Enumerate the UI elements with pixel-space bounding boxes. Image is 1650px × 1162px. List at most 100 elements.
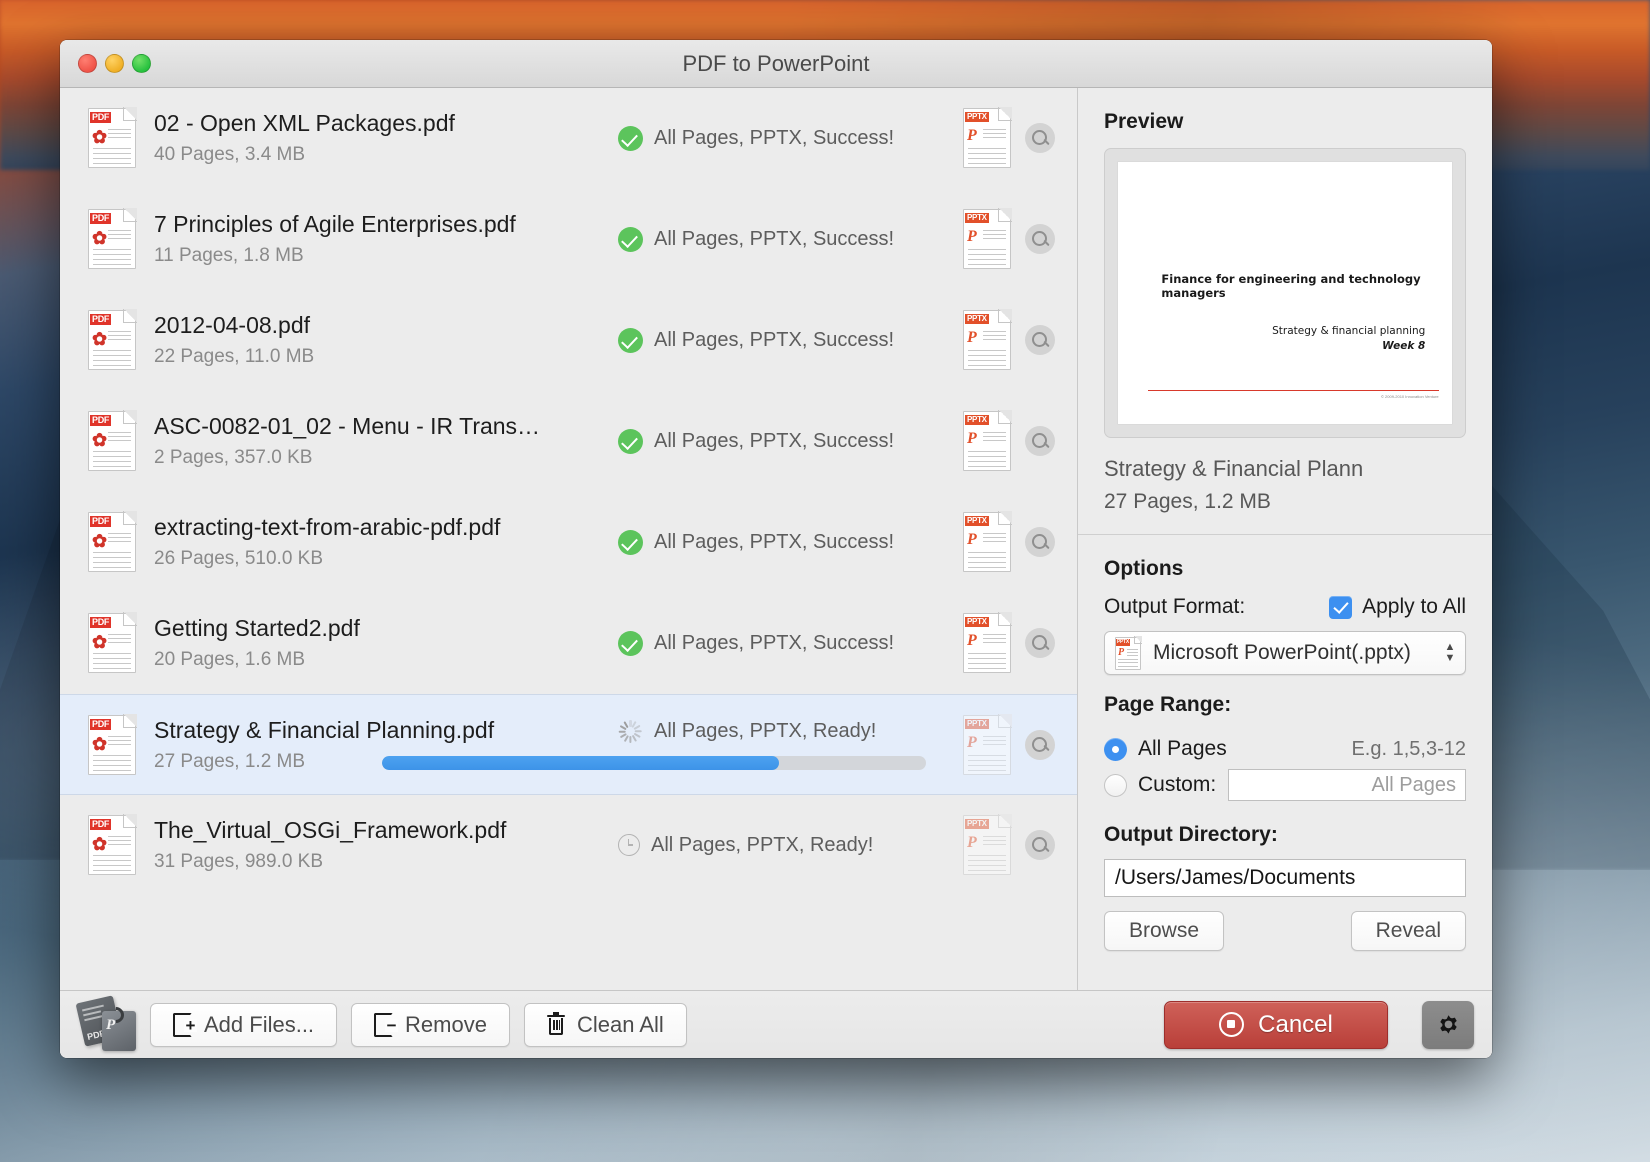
page-range-custom-row[interactable]: Custom: All Pages <box>1104 767 1466 803</box>
file-name: Getting Started2.pdf <box>154 615 360 641</box>
pptx-file-icon[interactable]: PPTX P <box>963 511 1012 572</box>
clean-all-button[interactable]: Clean All <box>523 1002 687 1047</box>
pdf-file-icon: PDF ✿ <box>88 410 137 471</box>
preview-magnifier-icon[interactable] <box>1025 527 1055 557</box>
radio-custom-label: Custom: <box>1138 773 1217 796</box>
status-line: All Pages, PPTX, Success! <box>618 327 948 353</box>
pptx-file-icon[interactable]: PPTX P <box>963 814 1012 875</box>
file-row[interactable]: PDF ✿ 7 Principles of Agile Enterprises.pd… <box>60 189 1077 290</box>
file-info: Getting Started2.pdf 20 Pages, 1.6 MB <box>154 615 616 671</box>
pdf-file-icon: PDF ✿ <box>88 612 137 673</box>
pdf-file-icon: PDF ✿ <box>88 309 137 370</box>
status-column: All Pages, PPTX, Success! <box>618 226 948 252</box>
zoom-button[interactable] <box>132 54 151 73</box>
preview-magnifier-icon[interactable] <box>1025 426 1055 456</box>
add-files-button[interactable]: + Add Files... <box>150 1002 338 1047</box>
apply-to-all-label: Apply to All <box>1362 595 1466 618</box>
pptx-badge-label: PPTX <box>965 516 989 526</box>
pptx-badge-label: PPTX <box>965 314 989 324</box>
pptx-glyph: P <box>967 834 977 851</box>
pptx-glyph: P <box>967 531 977 548</box>
apply-to-all-control[interactable]: Apply to All <box>1329 595 1466 619</box>
output-column: PPTX P <box>963 208 1061 269</box>
directory-buttons: Browse Reveal <box>1104 911 1466 951</box>
preview-magnifier-icon[interactable] <box>1025 830 1055 860</box>
file-info: 2012-04-08.pdf 22 Pages, 11.0 MB <box>154 312 616 368</box>
file-row[interactable]: PDF ✿ 2012-04-08.pdf 22 Pages, 11.0 MB All P… <box>60 290 1077 391</box>
custom-range-input[interactable]: All Pages <box>1228 769 1466 801</box>
page-range-all-row[interactable]: All Pages E.g. 1,5,3-12 <box>1104 731 1466 767</box>
preview-magnifier-icon[interactable] <box>1025 729 1055 760</box>
title-bar[interactable]: PDF to PowerPoint <box>60 40 1492 88</box>
status-line: All Pages, PPTX, Ready! <box>618 834 948 857</box>
pptx-file-icon[interactable]: PPTX P <box>963 612 1012 673</box>
pdf-badge-label: PDF <box>90 213 112 224</box>
preview-magnifier-icon[interactable] <box>1025 628 1055 658</box>
file-row[interactable]: PDF ✿ Strategy & Financial Planning.pdf 27 … <box>60 694 1077 795</box>
remove-button[interactable]: − Remove <box>351 1002 510 1047</box>
pdf-file-icon: PDF ✿ <box>88 713 137 775</box>
reveal-button[interactable]: Reveal <box>1350 911 1466 951</box>
cancel-button[interactable]: Cancel <box>1164 1000 1388 1049</box>
chevron-updown-icon[interactable]: ▲ ▼ <box>1441 638 1459 668</box>
settings-button[interactable] <box>1422 1000 1474 1049</box>
minimize-button[interactable] <box>105 54 124 73</box>
file-row[interactable]: PDF ✿ extracting-text-from-arabic-pdf.pdf 2… <box>60 492 1077 593</box>
output-format-select[interactable]: PPTX P Microsoft PowerPoint(.pptx) ▲ ▼ <box>1104 631 1466 675</box>
file-row[interactable]: PDF ✿ ASC-0082-01_02 - Menu - IR Trans… 2 P… <box>60 391 1077 492</box>
success-check-icon <box>618 529 643 555</box>
pdf-badge-label: PDF <box>90 415 112 426</box>
pdf-glyph: ✿ <box>92 430 108 450</box>
preview-magnifier-icon[interactable] <box>1025 123 1055 153</box>
pptx-glyph: P <box>967 329 977 346</box>
close-button[interactable] <box>78 54 97 73</box>
status-text: All Pages, PPTX, Success! <box>654 631 895 654</box>
pdf-glyph: ✿ <box>92 632 108 652</box>
file-list[interactable]: PDF ✿ 02 - Open XML Packages.pdf 40 Pages, … <box>60 88 1078 990</box>
status-line: All Pages, PPTX, Success! <box>618 529 948 555</box>
cancel-label: Cancel <box>1258 1010 1333 1038</box>
status-line: All Pages, PPTX, Success! <box>618 630 948 656</box>
status-text: All Pages, PPTX, Success! <box>654 126 895 149</box>
pdf-file-icon: PDF ✿ <box>88 814 137 875</box>
status-column: All Pages, PPTX, Ready! <box>618 834 948 857</box>
browse-button[interactable]: Browse <box>1104 911 1225 951</box>
output-column: PPTX P <box>963 309 1061 370</box>
file-meta: 22 Pages, 11.0 MB <box>154 346 315 367</box>
pptx-glyph: P <box>967 430 977 447</box>
slide-rule <box>1148 389 1439 392</box>
status-line: All Pages, PPTX, Success! <box>618 428 948 454</box>
apply-to-all-checkbox[interactable] <box>1329 595 1353 619</box>
radio-all-pages[interactable] <box>1104 737 1127 761</box>
radio-custom[interactable] <box>1104 773 1127 797</box>
file-row[interactable]: PDF ✿ The_Virtual_OSGi_Framework.pdf 31 Pag… <box>60 795 1077 896</box>
pptx-badge-label: PPTX <box>965 819 989 829</box>
file-row[interactable]: PDF ✿ 02 - Open XML Packages.pdf 40 Pages, … <box>60 88 1077 189</box>
progress-fill <box>382 756 780 770</box>
file-meta: 2 Pages, 357.0 KB <box>154 447 313 468</box>
trash-icon <box>546 1012 565 1036</box>
status-text: All Pages, PPTX, Success! <box>654 429 895 452</box>
slide-thumbnail[interactable]: Finance for engineering and technology m… <box>1118 162 1452 424</box>
preview-magnifier-icon[interactable] <box>1025 325 1055 355</box>
output-column: PPTX P <box>963 410 1061 471</box>
success-check-icon <box>618 125 643 151</box>
output-directory-input[interactable]: /Users/James/Documents <box>1104 859 1466 897</box>
app-window: PDF to PowerPoint PDF ✿ 02 - Open XML Pack… <box>60 40 1492 1058</box>
add-files-label: Add Files... <box>204 1011 315 1037</box>
preview-frame: Finance for engineering and technology m… <box>1104 148 1466 438</box>
spinner-icon <box>618 719 643 744</box>
status-column: All Pages, PPTX, Ready! <box>382 719 948 770</box>
pptx-file-icon[interactable]: PPTX P <box>963 309 1012 370</box>
pptx-file-icon[interactable]: PPTX P <box>963 410 1012 471</box>
pptx-file-icon[interactable]: PPTX P <box>963 713 1012 775</box>
pptx-file-icon[interactable]: PPTX P <box>963 107 1012 168</box>
pptx-file-icon[interactable]: PPTX P <box>963 208 1012 269</box>
status-line: All Pages, PPTX, Success! <box>618 125 948 151</box>
preview-magnifier-icon[interactable] <box>1025 224 1055 254</box>
pdf-glyph: ✿ <box>92 834 108 854</box>
status-text: All Pages, PPTX, Ready! <box>651 833 874 856</box>
slide-subtitle: Strategy & financial planning Week 8 <box>1272 324 1425 352</box>
file-row[interactable]: PDF ✿ Getting Started2.pdf 20 Pages, 1.6 MB… <box>60 593 1077 694</box>
file-name: The_Virtual_OSGi_Framework.pdf <box>154 817 507 843</box>
